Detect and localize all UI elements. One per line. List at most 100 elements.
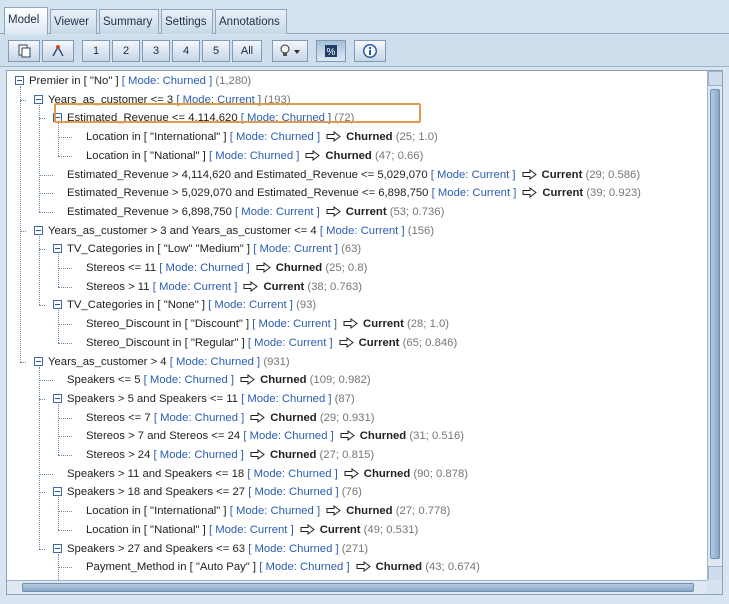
- vertical-scrollbar[interactable]: [707, 71, 722, 581]
- node-condition: Stereos > 24: [86, 449, 151, 461]
- prediction-arrow-icon: [256, 262, 271, 273]
- collapse-toggle-icon[interactable]: [34, 225, 43, 235]
- tree-node-r7[interactable]: Estimated_Revenue > 6,898,750 [ Mode: Cu…: [67, 203, 444, 221]
- collapse-toggle-icon[interactable]: [53, 393, 62, 403]
- tree-node-r18[interactable]: Stereos <= 7 [ Mode: Churned ] Churned (2…: [86, 409, 375, 427]
- decision-tree: Premier in [ "No" ] [ Mode: Churned ] (1…: [7, 71, 707, 581]
- level-3-button[interactable]: 3: [142, 40, 170, 62]
- node-prediction: Current: [541, 168, 583, 181]
- node-mode: [ Mode: Current ]: [253, 243, 338, 256]
- scroll-up-arrow[interactable]: [708, 71, 722, 86]
- tree-guide-line: [58, 310, 59, 343]
- node-prediction: Churned: [346, 505, 393, 518]
- node-prediction: Churned: [363, 467, 411, 480]
- collapse-toggle-icon[interactable]: [53, 487, 62, 497]
- scroll-down-arrow[interactable]: [708, 566, 722, 581]
- prediction-arrow-icon: [522, 168, 537, 180]
- tree-node-r16[interactable]: Speakers <= 5 [ Mode: Churned ] Churned (…: [67, 371, 371, 389]
- collapse-toggle-icon[interactable]: [34, 356, 43, 366]
- node-condition: Location in [ "National" ]: [86, 523, 206, 536]
- node-stats: (28; 1.0): [406, 318, 450, 331]
- node-prediction: Churned: [346, 131, 393, 144]
- node-prediction: Churned: [260, 374, 307, 387]
- tree-node-r21[interactable]: Speakers > 11 and Speakers <= 18 [ Mode:…: [67, 465, 468, 483]
- copy-button[interactable]: [8, 40, 40, 62]
- level-4-button[interactable]: 4: [172, 40, 200, 62]
- collapse-toggle-icon[interactable]: [53, 300, 62, 310]
- tree-node-r12[interactable]: TV_Categories in [ "None" ] [ Mode: Curr…: [67, 296, 316, 314]
- tree-node-r19[interactable]: Stereos > 7 and Stereos <= 24 [ Mode: Ch…: [86, 427, 464, 445]
- level-1-button[interactable]: 1: [82, 40, 110, 62]
- tree-node-r4[interactable]: Location in [ "National" ] [ Mode: Churn…: [86, 147, 423, 165]
- tree-panel: Premier in [ "No" ] [ Mode: Churned ] (1…: [6, 70, 723, 595]
- tree-connector: [39, 473, 53, 475]
- tree-connector: [39, 380, 53, 382]
- level-2-button[interactable]: 2: [112, 40, 140, 62]
- node-mode: [ Mode: Churned ]: [153, 411, 245, 424]
- tree-node-r11[interactable]: Stereos > 11 [ Mode: Current ] Current (3…: [86, 278, 362, 296]
- info-button[interactable]: [354, 40, 386, 62]
- tree-node-r17[interactable]: Speakers > 5 and Speakers <= 11 [ Mode: …: [67, 390, 355, 408]
- collapse-toggle-icon[interactable]: [53, 244, 62, 254]
- tree-options-button[interactable]: [42, 40, 74, 62]
- node-prediction: Current: [345, 205, 387, 218]
- node-mode: [ Mode: Current ]: [431, 187, 517, 200]
- tree-node-r13[interactable]: Stereo_Discount in [ "Discount" ] [ Mode…: [86, 315, 449, 333]
- tree-guide-line: [20, 86, 21, 362]
- tree-node-r23[interactable]: Location in [ "International" ] [ Mode: …: [86, 502, 450, 520]
- tree-node-r8[interactable]: Years_as_customer > 3 and Years_as_custo…: [48, 222, 434, 240]
- node-prediction: Current: [263, 280, 305, 293]
- node-condition: Stereos <= 11: [86, 262, 157, 274]
- tree-connector: [58, 511, 72, 513]
- node-mode: [ Mode: Current ]: [208, 523, 294, 536]
- tree-node-r20[interactable]: Stereos > 24 [ Mode: Churned ] Churned (2…: [86, 446, 374, 464]
- tree-node-r26[interactable]: Payment_Method in [ "Auto Pay" ] [ Mode:…: [86, 558, 480, 576]
- prediction-arrow-icon: [250, 449, 265, 460]
- tab-bar: Model Viewer Summary Settings Annotation…: [0, 0, 729, 35]
- collapse-toggle-icon[interactable]: [34, 94, 43, 104]
- prediction-arrow-icon: [240, 374, 255, 386]
- tree-node-r14[interactable]: Stereo_Discount in [ "Regular" ] [ Mode:…: [86, 334, 457, 352]
- tab-model[interactable]: Model: [4, 7, 48, 35]
- node-stats: (87): [334, 392, 355, 405]
- tree-node-r25[interactable]: Speakers > 27 and Speakers <= 63 [ Mode:…: [67, 540, 368, 558]
- tree-node-r22[interactable]: Speakers > 18 and Speakers <= 27 [ Mode:…: [67, 483, 362, 501]
- node-mode: [ Mode: Churned ]: [259, 561, 350, 574]
- tree-connector: [58, 137, 72, 139]
- percent-toggle-button[interactable]: %: [316, 40, 346, 62]
- tab-settings[interactable]: Settings: [161, 9, 213, 34]
- tab-viewer[interactable]: Viewer: [50, 9, 97, 34]
- collapse-toggle-icon[interactable]: [53, 543, 62, 553]
- tree-node-r10[interactable]: Stereos <= 11 [ Mode: Churned ] Churned (…: [86, 259, 367, 277]
- horizontal-scrollbar[interactable]: [7, 580, 709, 594]
- highlight-dropdown-button[interactable]: [272, 40, 308, 62]
- prediction-arrow-icon: [356, 561, 371, 573]
- tree-connector: [58, 455, 72, 456]
- node-stats: (63): [341, 243, 362, 256]
- node-mode: [ Mode: Churned ]: [153, 449, 244, 461]
- horizontal-scroll-thumb[interactable]: [22, 583, 694, 592]
- tree-node-r5[interactable]: Estimated_Revenue > 4,114,620 and Estima…: [67, 166, 640, 184]
- tab-summary[interactable]: Summary: [99, 9, 159, 34]
- node-mode: [ Mode: Current ]: [235, 205, 320, 218]
- prediction-arrow-icon: [300, 523, 315, 535]
- node-condition: TV_Categories in [ "Low" "Medium" ]: [67, 243, 251, 256]
- tree-node-r6[interactable]: Estimated_Revenue > 5,029,070 and Estima…: [67, 184, 641, 202]
- tab-annotations[interactable]: Annotations: [215, 9, 287, 34]
- prediction-arrow-icon: [243, 280, 259, 292]
- tree-node-r15[interactable]: Years_as_customer > 4 [ Mode: Churned ] …: [48, 353, 290, 371]
- node-stats: (271): [341, 542, 369, 555]
- highlight-dropdown-icon: [280, 44, 300, 56]
- collapse-toggle-icon[interactable]: [15, 76, 24, 85]
- vertical-scroll-thumb[interactable]: [710, 89, 720, 559]
- level-all-button[interactable]: All: [232, 40, 262, 62]
- prediction-arrow-icon: [343, 318, 358, 330]
- level-5-button[interactable]: 5: [202, 40, 230, 62]
- tree-node-r0[interactable]: Premier in [ "No" ] [ Mode: Churned ] (1…: [29, 72, 251, 90]
- tree-node-r3[interactable]: Location in [ "International" ] [ Mode: …: [86, 128, 438, 146]
- node-stats: (38; 0.763): [307, 280, 363, 293]
- tree-node-r9[interactable]: TV_Categories in [ "Low" "Medium" ] [ Mo…: [67, 240, 361, 258]
- node-stats: (76): [341, 486, 362, 499]
- tree-node-r24[interactable]: Location in [ "National" ] [ Mode: Curre…: [86, 521, 418, 539]
- node-stats: (27; 0.815): [319, 449, 375, 461]
